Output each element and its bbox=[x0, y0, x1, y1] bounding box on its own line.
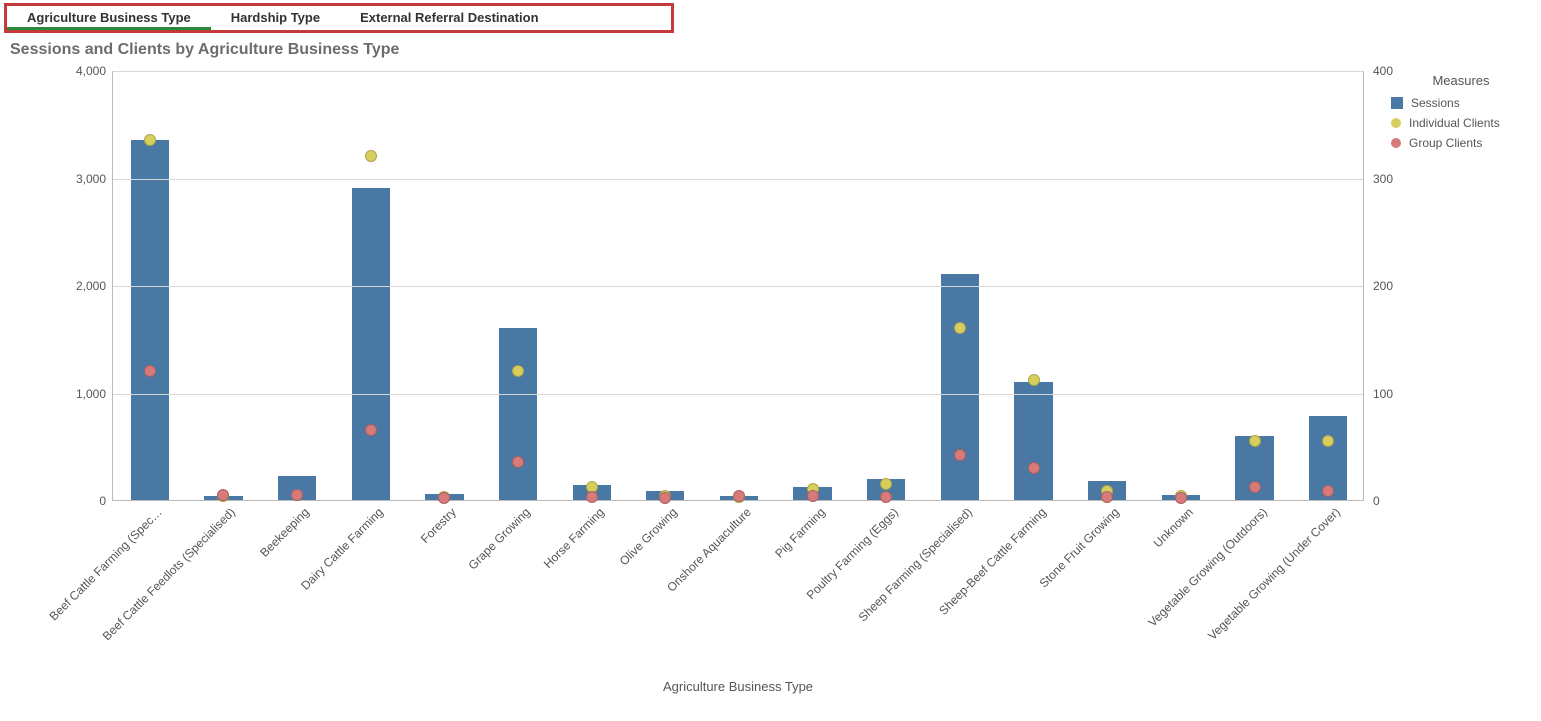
dot-group-clients[interactable] bbox=[1101, 491, 1113, 503]
legend-label: Sessions bbox=[1411, 96, 1460, 110]
y1-tick: 1,000 bbox=[66, 387, 106, 401]
x-category-label: Dairy Cattle Farming bbox=[234, 505, 385, 656]
dot-group-clients[interactable] bbox=[880, 491, 892, 503]
x-category-label: Horse Farming bbox=[455, 505, 606, 656]
y1-tick: 3,000 bbox=[66, 172, 106, 186]
dot-group-clients[interactable] bbox=[144, 365, 156, 377]
x-category-label: Stone Fruit Growing bbox=[971, 505, 1122, 656]
x-category-label: Beekeeping bbox=[161, 505, 312, 656]
swatch-dot-icon bbox=[1391, 138, 1401, 148]
gridline bbox=[113, 394, 1363, 395]
gridline bbox=[113, 71, 1363, 72]
legend-label: Group Clients bbox=[1409, 136, 1482, 150]
dot-individual-clients[interactable] bbox=[365, 150, 377, 162]
y1-tick: 0 bbox=[66, 494, 106, 508]
x-category-label: Pig Farming bbox=[676, 505, 827, 656]
x-axis-title: Agriculture Business Type bbox=[112, 679, 1364, 694]
dot-group-clients[interactable] bbox=[586, 491, 598, 503]
x-category-label: Unknown bbox=[1044, 505, 1195, 656]
x-category-label: Beef Cattle Feedlots (Specialised) bbox=[87, 505, 238, 656]
dot-group-clients[interactable] bbox=[954, 449, 966, 461]
x-category-label: Olive Growing bbox=[529, 505, 680, 656]
legend-item-individual-clients[interactable]: Individual Clients bbox=[1385, 116, 1537, 130]
x-category-label: Onshore Aquaculture bbox=[603, 505, 754, 656]
y1-tick: 2,000 bbox=[66, 279, 106, 293]
y2-tick: 200 bbox=[1373, 279, 1413, 293]
legend-label: Individual Clients bbox=[1409, 116, 1500, 130]
dot-individual-clients[interactable] bbox=[1249, 435, 1261, 447]
x-labels-layer: Beef Cattle Farming (Spec…Beef Cattle Fe… bbox=[112, 505, 1364, 705]
dot-group-clients[interactable] bbox=[733, 490, 745, 502]
dot-individual-clients[interactable] bbox=[1322, 435, 1334, 447]
dot-group-clients[interactable] bbox=[291, 489, 303, 501]
tab-hardship-type[interactable]: Hardship Type bbox=[211, 6, 340, 30]
dot-individual-clients[interactable] bbox=[512, 365, 524, 377]
y2-tick: 0 bbox=[1373, 494, 1413, 508]
dot-group-clients[interactable] bbox=[438, 492, 450, 504]
y2-tick: 400 bbox=[1373, 64, 1413, 78]
gridline bbox=[113, 179, 1363, 180]
legend: Measures Sessions Individual Clients Gro… bbox=[1385, 73, 1537, 156]
x-category-label: Poultry Farming (Eggs) bbox=[750, 505, 901, 656]
swatch-dot-icon bbox=[1391, 118, 1401, 128]
dot-group-clients[interactable] bbox=[807, 490, 819, 502]
tab-agriculture-business-type[interactable]: Agriculture Business Type bbox=[7, 6, 211, 30]
x-category-label: Sheep Farming (Specialised) bbox=[824, 505, 975, 656]
tab-external-referral-destination[interactable]: External Referral Destination bbox=[340, 6, 558, 30]
y2-tick: 300 bbox=[1373, 172, 1413, 186]
dot-group-clients[interactable] bbox=[1028, 462, 1040, 474]
tab-bar: Agriculture Business Type Hardship Type … bbox=[4, 3, 674, 33]
x-category-label: Vegetable Growing (Outdoors) bbox=[1118, 505, 1269, 656]
legend-item-group-clients[interactable]: Group Clients bbox=[1385, 136, 1537, 150]
x-category-label: Sheep-Beef Cattle Farming bbox=[897, 505, 1048, 656]
dot-group-clients[interactable] bbox=[1249, 481, 1261, 493]
dot-group-clients[interactable] bbox=[659, 492, 671, 504]
chart-title: Sessions and Clients by Agriculture Busi… bbox=[10, 41, 1541, 59]
legend-item-sessions[interactable]: Sessions bbox=[1385, 96, 1537, 110]
plot-frame bbox=[112, 71, 1364, 501]
dot-individual-clients[interactable] bbox=[880, 478, 892, 490]
x-category-label: Vegetable Growing (Under Cover) bbox=[1192, 505, 1343, 656]
y2-tick: 100 bbox=[1373, 387, 1413, 401]
dot-group-clients[interactable] bbox=[217, 489, 229, 501]
x-category-label: Grape Growing bbox=[382, 505, 533, 656]
swatch-bar-icon bbox=[1391, 97, 1403, 109]
dot-individual-clients[interactable] bbox=[144, 134, 156, 146]
y1-tick: 4,000 bbox=[66, 64, 106, 78]
x-category-label: Beef Cattle Farming (Spec… bbox=[13, 505, 164, 656]
dot-group-clients[interactable] bbox=[365, 424, 377, 436]
dot-individual-clients[interactable] bbox=[954, 322, 966, 334]
dot-individual-clients[interactable] bbox=[1028, 374, 1040, 386]
dot-group-clients[interactable] bbox=[512, 456, 524, 468]
dot-group-clients[interactable] bbox=[1322, 485, 1334, 497]
dot-group-clients[interactable] bbox=[1175, 492, 1187, 504]
gridline bbox=[113, 286, 1363, 287]
chart-area: Sessions Individual Clients, Group Clien… bbox=[0, 61, 1541, 701]
x-category-label: Forestry bbox=[308, 505, 459, 656]
